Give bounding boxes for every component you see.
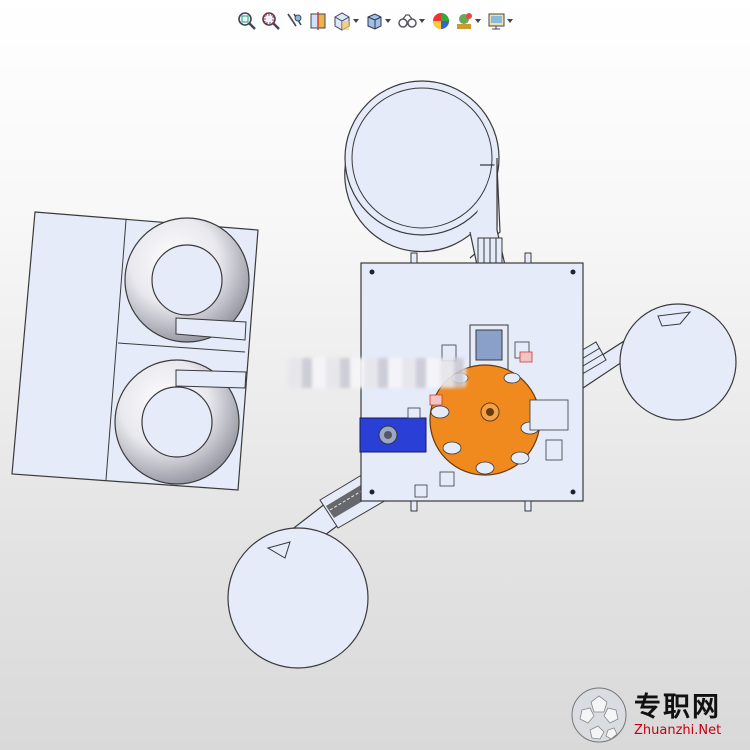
- blurred-label-overlay: [288, 358, 466, 388]
- watermark-english: Zhuanzhi.Net: [634, 722, 722, 738]
- watermark: 专职网 Zhuanzhi.Net: [570, 684, 745, 746]
- watermark-chinese: 专职网: [634, 691, 721, 723]
- cad-model-viewport[interactable]: [0, 0, 750, 750]
- watermark-text: 专职网 Zhuanzhi.Net: [634, 694, 721, 737]
- soccer-ball-logo-icon: [571, 687, 627, 743]
